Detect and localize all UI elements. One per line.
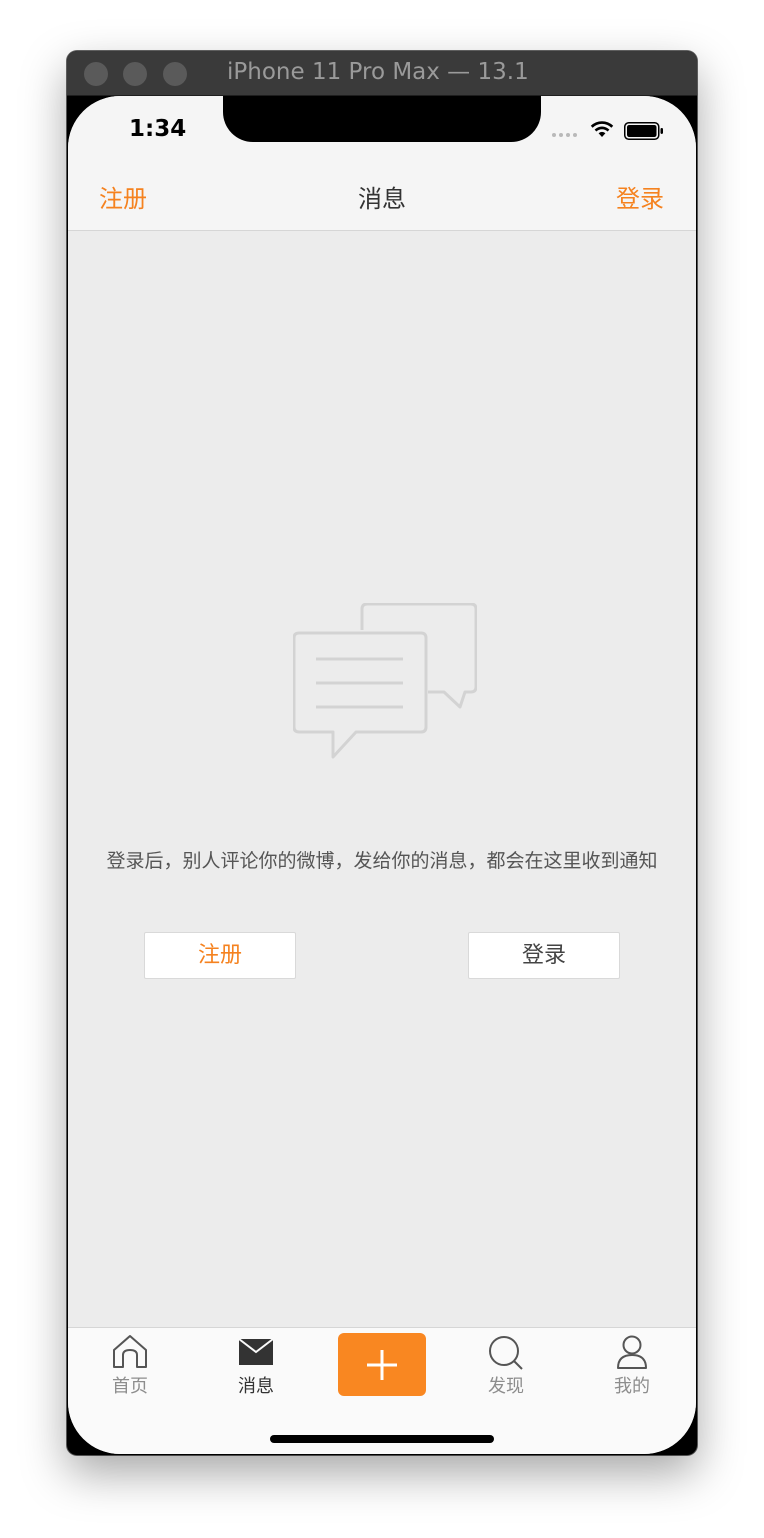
chat-bubbles-icon xyxy=(293,603,477,759)
register-button[interactable]: 注册 xyxy=(144,932,296,979)
navigation-bar: 注册 消息 登录 xyxy=(68,160,696,231)
status-time: 1:34 xyxy=(129,116,187,142)
close-window-button[interactable] xyxy=(84,62,108,86)
device-notch xyxy=(223,96,541,142)
window-titlebar: iPhone 11 Pro Max — 13.1 xyxy=(67,51,697,96)
window-title: iPhone 11 Pro Max — 13.1 xyxy=(227,59,529,85)
tab-messages-label: 消息 xyxy=(238,1376,274,1397)
tab-profile-label: 我的 xyxy=(614,1376,650,1397)
search-icon xyxy=(489,1336,523,1370)
compose-button[interactable] xyxy=(338,1333,426,1396)
wifi-icon xyxy=(590,121,614,137)
tab-home-label: 首页 xyxy=(112,1376,148,1397)
envelope-icon xyxy=(238,1338,274,1365)
user-icon xyxy=(617,1335,647,1369)
page-title: 消息 xyxy=(358,185,406,213)
simulator-window: iPhone 11 Pro Max — 13.1 1:34 注册 消息 登录 登… xyxy=(67,51,697,1455)
tab-bar: 首页 消息 发现 我的 xyxy=(68,1327,696,1454)
tab-discover-label: 发现 xyxy=(488,1376,524,1397)
tab-messages[interactable]: 消息 xyxy=(216,1334,296,1398)
battery-icon xyxy=(624,122,663,140)
login-button[interactable]: 登录 xyxy=(468,932,620,979)
empty-state-message: 登录后，别人评论你的微博，发给你的消息，都会在这里收到通知 xyxy=(106,850,658,872)
tab-home[interactable]: 首页 xyxy=(90,1334,170,1398)
minimize-window-button[interactable] xyxy=(123,62,147,86)
tab-profile[interactable]: 我的 xyxy=(592,1334,672,1398)
home-icon xyxy=(113,1335,147,1368)
zoom-window-button[interactable] xyxy=(163,62,187,86)
plus-icon xyxy=(367,1350,397,1380)
cellular-dots-icon xyxy=(552,133,577,137)
tab-discover[interactable]: 发现 xyxy=(466,1334,546,1398)
device-screen: 1:34 注册 消息 登录 登录后，别人评论你的微博，发给你的消息，都会在这里收… xyxy=(68,96,696,1454)
nav-login-link[interactable]: 登录 xyxy=(616,179,664,214)
home-indicator xyxy=(270,1435,494,1443)
